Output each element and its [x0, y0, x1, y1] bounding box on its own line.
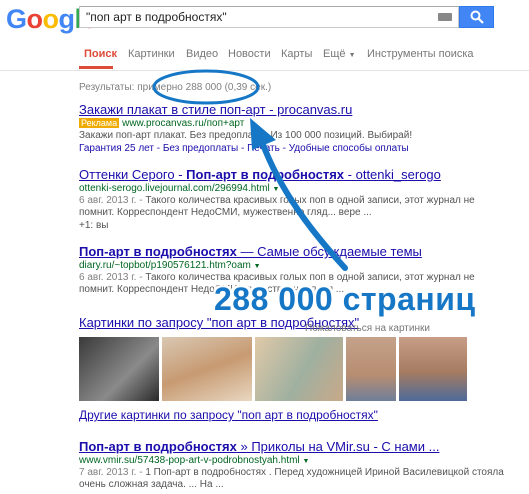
ad-result: Закажи плакат в стиле поп-арт - procanva… — [79, 102, 509, 154]
result-date: 6 авг. 2013 г. - — [79, 272, 146, 283]
tab-news[interactable]: Новости — [228, 48, 271, 60]
result-title[interactable]: Оттенки Серого - Поп-арт в подробностях … — [79, 167, 509, 182]
result-title-post: — Самые обсуждаемые темы — [236, 244, 422, 259]
result-date: 6 авг. 2013 г. - — [79, 195, 146, 206]
search-query: "поп арт в подробностях" — [86, 10, 227, 24]
result-snippet: 7 авг. 2013 г. - 1 Поп-арт в подробностя… — [79, 467, 509, 491]
logo-letter: G — [6, 4, 27, 34]
tab-images[interactable]: Картинки — [128, 48, 175, 60]
tab-more-label: Ещё — [323, 48, 346, 60]
tab-maps[interactable]: Карты — [281, 48, 312, 60]
result-snippet: 6 авг. 2013 г. - Такого количества краси… — [79, 195, 509, 219]
image-thumbnail[interactable] — [346, 337, 396, 401]
result-url-text: www.vmir.su/57438-pop-art-v-podrobnostya… — [79, 455, 300, 466]
chevron-down-icon[interactable]: ▼ — [272, 186, 279, 193]
search-result: Оттенки Серого - Поп-арт в подробностях … — [79, 167, 509, 232]
search-input[interactable]: "поп арт в подробностях" — [79, 6, 459, 28]
result-url: diary.ru/~topbot/p190576121.htm?oam ▼ — [79, 260, 509, 271]
logo-letter: g — [58, 4, 76, 34]
ad-title[interactable]: Закажи плакат в стиле поп-арт - procanva… — [79, 102, 509, 117]
more-images-link[interactable]: Другие картинки по запросу "поп арт в по… — [79, 408, 378, 422]
tab-search[interactable]: Поиск — [84, 48, 117, 60]
result-title-pre: Оттенки Серого - — [79, 167, 187, 182]
logo-letter: o — [42, 4, 60, 34]
tab-video[interactable]: Видео — [186, 48, 218, 60]
ad-url: www.procanvas.ru/поп+арт — [122, 118, 245, 129]
active-tab-indicator — [79, 66, 113, 69]
chevron-down-icon[interactable]: ▼ — [302, 458, 309, 465]
image-thumbnails — [79, 337, 529, 401]
keyboard-icon[interactable] — [438, 13, 452, 21]
result-url-text: diary.ru/~topbot/p190576121.htm?oam — [79, 260, 251, 271]
search-result: Поп-арт в подробностях » Приколы на VMir… — [79, 439, 509, 491]
result-stats: Результаты: примерно 288 000 (0,39 сек.) — [79, 82, 272, 93]
result-title-bold: Поп-арт в подробностях — [79, 439, 237, 454]
ad-badge: Реклама — [79, 118, 120, 128]
annotation-callout: 288 000 страниц — [214, 281, 476, 317]
result-url: www.vmir.su/57438-pop-art-v-podrobnostya… — [79, 455, 509, 466]
ad-snippet: Закажи поп-арт плакат. Без предоплаты. И… — [79, 130, 413, 141]
image-thumbnail[interactable] — [399, 337, 467, 401]
image-thumbnail[interactable] — [162, 337, 252, 401]
result-title-post: - ottenki_serogo — [344, 167, 441, 182]
result-url: ottenki-serogo.livejournal.com/296994.ht… — [79, 183, 509, 194]
result-title-post: » Приколы на VMir.su - С нами ... — [236, 439, 440, 454]
tab-search-tools[interactable]: Инструменты поиска — [367, 48, 474, 60]
ad-sitelinks[interactable]: Гарантия 25 лет - Без предоплаты - Печат… — [79, 143, 509, 154]
search-icon — [470, 10, 484, 24]
chevron-down-icon[interactable]: ▼ — [254, 263, 261, 270]
report-images-link[interactable]: Пожаловаться на картинки — [305, 323, 430, 334]
tab-more[interactable]: Ещё ▼ — [323, 48, 356, 60]
search-button[interactable] — [459, 6, 494, 28]
chevron-down-icon: ▼ — [348, 52, 356, 59]
result-url-text: ottenki-serogo.livejournal.com/296994.ht… — [79, 183, 270, 194]
logo-letter: o — [26, 4, 44, 34]
result-title[interactable]: Поп-арт в подробностях — Самые обсуждаем… — [79, 244, 509, 259]
result-title-bold: Поп-арт в подробностях — [186, 167, 345, 182]
search-tabs: Поиск Картинки Видео Новости Карты Ещё ▼… — [0, 44, 529, 71]
result-title-bold: Поп-арт в подробностях — [79, 244, 237, 259]
result-title[interactable]: Поп-арт в подробностях » Приколы на VMir… — [79, 439, 509, 454]
result-date: 7 авг. 2013 г. - — [79, 467, 146, 478]
image-thumbnail[interactable] — [255, 337, 343, 401]
image-thumbnail[interactable] — [79, 337, 159, 401]
ad-url-line: Реклама www.procanvas.ru/поп+арт — [79, 118, 509, 129]
result-plusone: +1: вы — [79, 220, 109, 231]
